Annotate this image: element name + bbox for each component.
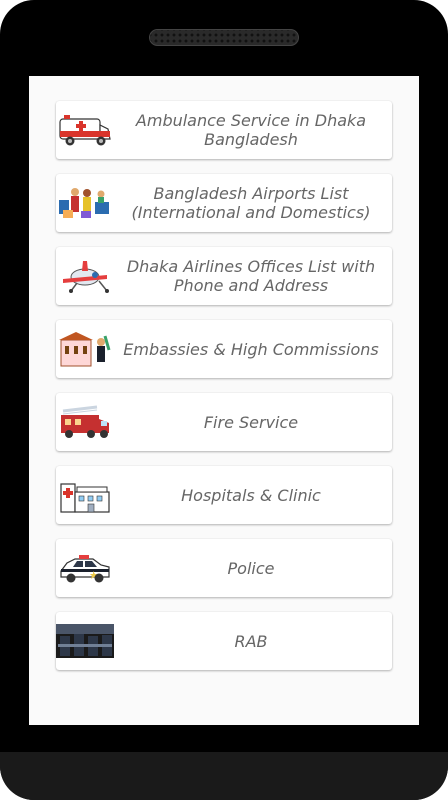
service-card-airlines[interactable]: Dhaka Airlines Offices List with Phone a… [56,247,392,305]
police-car-icon [56,548,114,588]
service-card-rab[interactable]: RAB [56,612,392,670]
service-label: Embassies & High Commissions [123,339,379,359]
service-card-ambulance[interactable]: Ambulance Service in Dhaka Bangladesh [56,101,392,159]
embassy-icon [56,329,114,369]
speaker-grille [149,29,299,46]
service-card-embassies[interactable]: Embassies & High Commissions [56,320,392,378]
airplane-icon [56,256,114,296]
service-card-fire[interactable]: Fire Service [56,393,392,451]
service-card-airports[interactable]: Bangladesh Airports List (International … [56,174,392,232]
service-label: Ambulance Service in Dhaka Bangladesh [135,111,367,149]
service-label: Police [227,558,275,578]
service-label: Bangladesh Airports List (International … [131,184,371,222]
service-label: RAB [234,631,268,651]
phone-bottom-bezel [0,752,448,800]
app-screen: Ambulance Service in Dhaka Bangladesh Ba… [29,76,419,725]
service-label: Fire Service [203,412,299,432]
service-label: Hospitals & Clinic [181,485,321,505]
phone-frame: Ambulance Service in Dhaka Bangladesh Ba… [0,0,448,800]
fire-truck-icon [56,402,114,442]
service-list: Ambulance Service in Dhaka Bangladesh Ba… [56,101,392,685]
rab-officers-icon [56,621,114,661]
service-card-hospitals[interactable]: Hospitals & Clinic [56,466,392,524]
airport-travelers-icon [56,183,114,223]
service-card-police[interactable]: Police [56,539,392,597]
hospital-icon [56,475,114,515]
ambulance-icon [56,110,114,150]
service-label: Dhaka Airlines Offices List with Phone a… [126,257,376,295]
